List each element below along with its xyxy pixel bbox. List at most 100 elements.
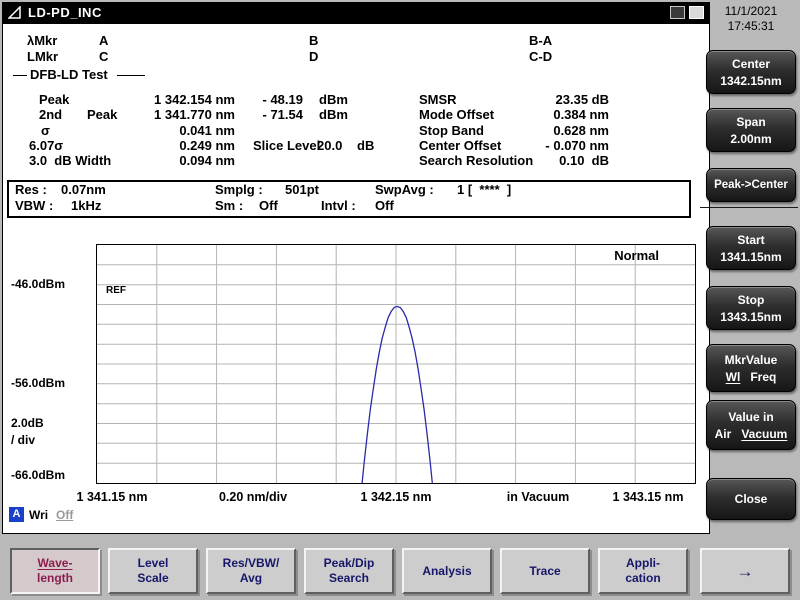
function-key-res-vbw-avg-line2: Avg <box>239 571 263 585</box>
db-width-value: 0.094 nm <box>179 153 235 168</box>
analysis-section-title: DFB-LD Test <box>30 67 108 82</box>
softkey-start-label: Start <box>737 232 765 247</box>
x-label-medium: in Vacuum <box>506 490 570 504</box>
x-label-start: 1 341.15 nm <box>76 490 148 504</box>
stop-band-label: Stop Band <box>419 123 484 138</box>
second-peak-wavelength-value: 1 341.770 nm <box>154 107 235 122</box>
slice-level-unit: dB <box>357 138 375 153</box>
window-titlebar: LD-PD_INC <box>2 2 710 23</box>
function-key-res-vbw-avg[interactable]: Res/VBW/ Avg <box>206 548 296 594</box>
center-offset-value: - 0.070 nm <box>545 138 609 153</box>
sidebar-divider <box>700 207 798 208</box>
maximize-button[interactable] <box>689 6 704 19</box>
softkey-peak-to-center-label: Peak->Center <box>714 179 788 191</box>
y-scale-line2: / div <box>11 433 36 447</box>
mode-offset-value: 0.384 nm <box>553 107 609 122</box>
option-wavelength[interactable]: Wl <box>726 370 741 384</box>
function-key-analysis-label: Analysis <box>422 563 472 578</box>
marker-b-label: B <box>309 33 319 48</box>
function-key-trace-label: Trace <box>529 563 561 578</box>
slice-level-label: Slice Level <box>253 138 321 153</box>
swpavg-label: SwpAvg : <box>375 182 434 197</box>
softkey-span[interactable]: Span 2.00nm <box>706 108 796 152</box>
peak-level-value: - 48.19 <box>262 92 303 107</box>
softkey-center-label: Center <box>731 56 770 71</box>
function-key-level-scale-line1: Level <box>137 556 169 570</box>
sm-value: Off <box>259 198 278 213</box>
marker-cd-label: C-D <box>529 49 553 64</box>
function-key-peak-dip-search-line1: Peak/Dip <box>323 556 375 570</box>
trace-state-label: Off <box>56 508 74 522</box>
more-keys-arrow-icon: → <box>736 561 754 581</box>
center-offset-label: Center Offset <box>419 138 502 153</box>
spectrum-chart: Normal REF <box>96 244 696 484</box>
function-key-application-line1: Appli- <box>626 556 660 570</box>
smplg-label: Smplg : <box>215 182 263 197</box>
softkey-marker-value[interactable]: MkrValue Wl Freq <box>706 344 796 392</box>
function-key-application-line2: cation <box>625 571 661 585</box>
softkey-value-in[interactable]: Value in Air Vacuum <box>706 400 796 450</box>
function-key-more[interactable]: → <box>700 548 790 594</box>
softkey-span-label: Span <box>736 114 766 129</box>
sigma6-value: 0.249 nm <box>179 138 235 153</box>
slice-level-value: 20.0 <box>317 138 343 153</box>
softkey-close-label: Close <box>734 492 768 506</box>
intvl-value: Off <box>375 198 394 213</box>
function-key-level-scale-line2: Scale <box>137 571 169 585</box>
res-label: Res : <box>15 182 47 197</box>
y-label-mid: -56.0dBm <box>11 376 66 390</box>
level-marker-label: LMkr <box>27 49 59 64</box>
option-frequency[interactable]: Freq <box>750 370 776 384</box>
datetime-display: 11/1/2021 17:45:31 <box>706 4 796 34</box>
softkey-stop[interactable]: Stop 1343.15nm <box>706 286 796 330</box>
marker-a-label: A <box>99 33 109 48</box>
smsr-label: SMSR <box>419 92 457 107</box>
main-panel: λMkr A B B-A LMkr C D C-D DFB-LD Test Pe… <box>2 23 710 534</box>
function-key-level-scale[interactable]: Level Scale <box>108 548 198 594</box>
ref-level-label: REF <box>106 285 126 296</box>
softkey-start[interactable]: Start 1341.15nm <box>706 226 796 270</box>
softkey-value-in-label: Value in <box>728 409 774 424</box>
softkey-center[interactable]: Center 1342.15nm <box>706 50 796 94</box>
trace-a-line <box>361 305 433 483</box>
trace-write-mode-label: Wri <box>29 508 49 522</box>
second-peak-level-value: - 71.54 <box>262 107 303 122</box>
date-label: 11/1/2021 <box>724 4 778 18</box>
softkey-peak-to-center[interactable]: Peak->Center <box>706 168 796 202</box>
x-label-stop: 1 343.15 nm <box>612 490 684 504</box>
y-label-bottom: -66.0dBm <box>11 468 66 482</box>
function-key-trace[interactable]: Trace <box>500 548 590 594</box>
chart-grid <box>97 245 695 483</box>
x-label-div: 0.20 nm/div <box>218 490 288 504</box>
softkey-close[interactable]: Close <box>706 478 796 520</box>
lambda-marker-label: λMkr <box>27 33 58 48</box>
peak-label: Peak <box>39 92 70 107</box>
function-key-wavelength-line1: Wave- <box>37 556 73 570</box>
function-key-peak-dip-search[interactable]: Peak/Dip Search <box>304 548 394 594</box>
peak-level-unit: dBm <box>319 92 348 107</box>
sm-label: Sm : <box>215 198 244 213</box>
section-divider-right <box>117 75 145 76</box>
function-key-application[interactable]: Appli- cation <box>598 548 688 594</box>
y-label-top: -46.0dBm <box>11 277 66 291</box>
stop-band-value: 0.628 nm <box>553 123 609 138</box>
app-icon <box>8 6 21 19</box>
minimize-button[interactable] <box>670 6 685 19</box>
vbw-value: 1kHz <box>71 198 102 213</box>
function-key-wavelength[interactable]: Wave- length <box>10 548 100 594</box>
window-controls <box>670 6 704 19</box>
option-air[interactable]: Air <box>715 427 732 441</box>
smsr-value: 23.35 dB <box>555 92 609 107</box>
second-peak-label-2: Peak <box>87 107 118 122</box>
sigma6-label: 6.07σ <box>29 138 64 153</box>
db-width-label: 3.0 dB Width <box>29 153 112 168</box>
marker-d-label: D <box>309 49 319 64</box>
mode-offset-label: Mode Offset <box>419 107 495 122</box>
softkey-center-value: 1342.15nm <box>720 73 782 88</box>
function-key-wavelength-line2: length <box>37 571 73 585</box>
search-resolution-value: 0.10 dB <box>559 153 609 168</box>
function-key-analysis[interactable]: Analysis <box>402 548 492 594</box>
sweep-settings-box: Res : 0.07nm Smplg : 501pt SwpAvg : 1 [ … <box>7 180 691 218</box>
intvl-label: Intvl : <box>321 198 356 213</box>
option-vacuum[interactable]: Vacuum <box>741 427 787 441</box>
